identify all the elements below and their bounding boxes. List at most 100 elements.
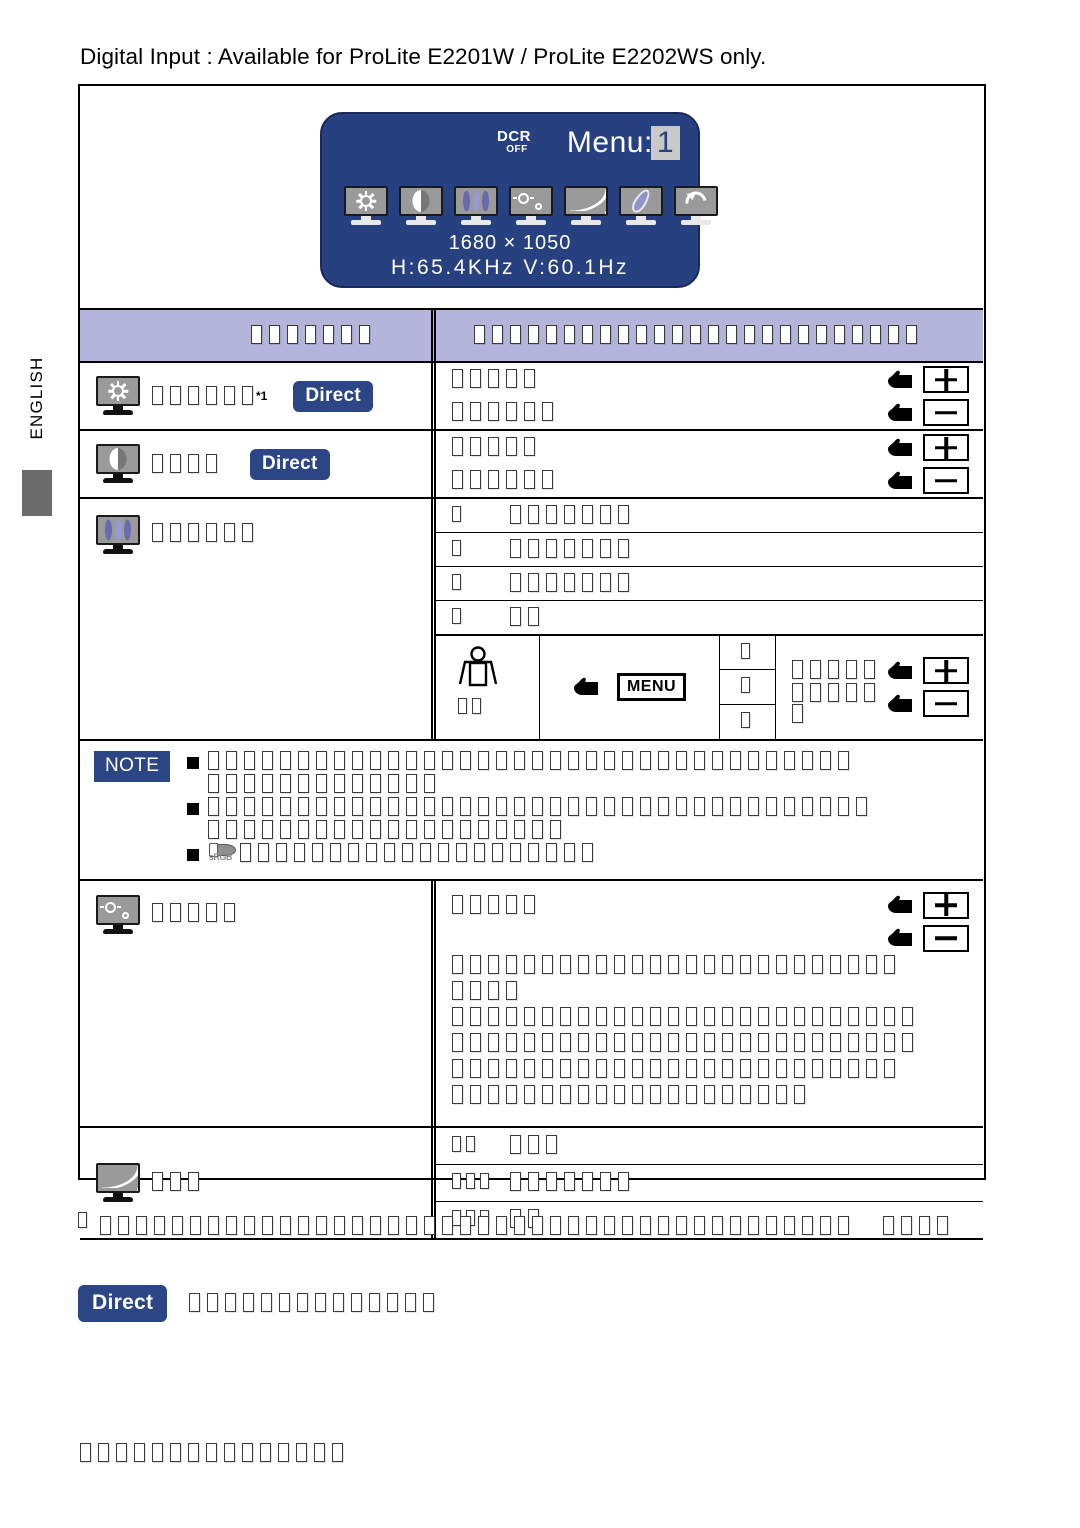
option-row[interactable] xyxy=(436,499,983,533)
table-row-brightness: *1 Direct xyxy=(80,361,983,429)
direct-legend: Direct xyxy=(78,1285,441,1322)
option-row[interactable] xyxy=(436,567,983,601)
footnote-text xyxy=(100,1216,856,1237)
row-brightness-footnote-mark: *1 xyxy=(256,389,268,403)
channel-r[interactable] xyxy=(720,636,775,671)
content-frame: DCR OFF Menu: 1 1680 × 1050 H:65.4KHz V:… xyxy=(78,84,986,1240)
control-decrease xyxy=(436,396,983,429)
control-increase xyxy=(436,431,983,464)
row-contrast-label xyxy=(152,453,224,475)
note-badge: NOTE xyxy=(94,750,171,782)
brightness-monitor-icon[interactable] xyxy=(344,186,388,226)
minus-button[interactable] xyxy=(923,690,969,718)
contrast-monitor-icon[interactable] xyxy=(399,186,443,226)
control-decrease-label xyxy=(452,402,887,423)
note-text xyxy=(239,842,600,864)
plus-button[interactable] xyxy=(923,434,969,461)
option-key xyxy=(436,608,494,627)
note-text xyxy=(207,796,874,818)
hand-pointer-icon xyxy=(887,660,913,682)
plus-button[interactable] xyxy=(923,657,969,685)
srgb-icon: sRGB xyxy=(208,842,238,865)
istyle-monitor-icon[interactable] xyxy=(509,186,553,226)
table-header-col1-label xyxy=(151,316,377,355)
channel-g[interactable] xyxy=(720,670,775,705)
hand-pointer-icon xyxy=(887,470,913,492)
istyle-paragraph-line xyxy=(436,1084,983,1106)
note-line xyxy=(187,773,957,795)
dcr-state: OFF xyxy=(506,144,528,155)
istyle-paragraph-line xyxy=(436,980,983,1002)
osd-panel: DCR OFF Menu: 1 1680 × 1050 H:65.4KHz V:… xyxy=(320,112,718,288)
user-color-icon-cell xyxy=(436,636,540,739)
direct-legend-text xyxy=(189,1293,441,1314)
row-brightness-controls xyxy=(436,363,983,429)
direct-badge-brightness[interactable]: Direct xyxy=(293,380,373,412)
note-text xyxy=(207,750,856,772)
osd-menu-label: Menu: xyxy=(566,126,653,159)
plus-button[interactable] xyxy=(923,891,969,919)
table-header-col2-label xyxy=(436,316,983,355)
option-key xyxy=(436,574,494,593)
istyle-paragraph-line xyxy=(436,1058,983,1080)
option-row[interactable] xyxy=(436,1128,983,1165)
recall-monitor-icon[interactable] xyxy=(674,186,718,226)
brightness-monitor-icon xyxy=(96,376,140,416)
note-line xyxy=(186,796,957,818)
option-key xyxy=(436,506,494,525)
user-color-label xyxy=(458,698,486,717)
option-value xyxy=(494,1135,983,1156)
bullet-icon xyxy=(186,848,199,861)
gamma-monitor-icon[interactable] xyxy=(564,186,608,226)
person-icon xyxy=(458,646,539,694)
row-color-temp-options: MENU xyxy=(436,499,983,739)
control-increase-label xyxy=(452,369,887,390)
row-istyle-label-cell xyxy=(80,880,436,1126)
note-line: sRGB xyxy=(186,842,957,865)
control-decrease xyxy=(776,682,983,723)
hand-pointer-icon xyxy=(887,402,913,424)
option-value xyxy=(494,1172,983,1193)
channel-b[interactable] xyxy=(720,705,775,739)
option-row[interactable] xyxy=(436,533,983,567)
option-key xyxy=(436,540,494,559)
option-value xyxy=(494,573,983,594)
option-row[interactable] xyxy=(436,601,983,635)
row-brightness-label xyxy=(152,385,260,407)
option-row[interactable] xyxy=(436,1165,983,1202)
note-line xyxy=(187,819,957,841)
note-text xyxy=(207,773,442,795)
table-header-row xyxy=(80,308,983,361)
control-increase-label xyxy=(792,660,887,681)
istyle-paragraph-line xyxy=(436,954,983,976)
hand-pointer-icon xyxy=(887,369,913,391)
menu-button[interactable]: MENU xyxy=(616,673,687,702)
table-row-color-temp: MENU xyxy=(80,497,983,739)
hand-pointer-icon xyxy=(573,676,599,698)
eco-leaf-monitor-icon[interactable] xyxy=(619,186,663,226)
color-temp-monitor-icon[interactable] xyxy=(454,186,498,226)
istyle-monitor-icon xyxy=(96,894,140,935)
direct-badge-legend: Direct xyxy=(78,1285,168,1322)
minus-button[interactable] xyxy=(923,467,969,494)
option-value xyxy=(494,505,983,526)
option-key xyxy=(436,1173,494,1192)
note-lines: sRGB xyxy=(186,750,957,867)
table-row-contrast: Direct xyxy=(80,429,983,497)
plus-button[interactable] xyxy=(923,366,969,393)
control-decrease-label xyxy=(452,470,887,491)
footnote xyxy=(78,1212,1078,1237)
gamma-monitor-icon xyxy=(96,1162,140,1203)
direct-badge-contrast[interactable]: Direct xyxy=(250,448,330,480)
osd-menu-title: Menu: 1 xyxy=(567,126,680,160)
user-color-menu-cell: MENU xyxy=(540,636,720,739)
row-brightness-label-cell: *1 Direct xyxy=(80,363,436,429)
user-color-channels xyxy=(720,636,776,739)
control-decrease-label xyxy=(792,682,887,725)
control-increase-label xyxy=(452,437,887,458)
user-color-controls xyxy=(776,636,983,739)
minus-button[interactable] xyxy=(923,924,969,952)
minus-button[interactable] xyxy=(923,399,969,426)
option-value xyxy=(494,607,983,628)
osd-frequency: H:65.4KHz V:60.1Hz xyxy=(391,256,629,279)
